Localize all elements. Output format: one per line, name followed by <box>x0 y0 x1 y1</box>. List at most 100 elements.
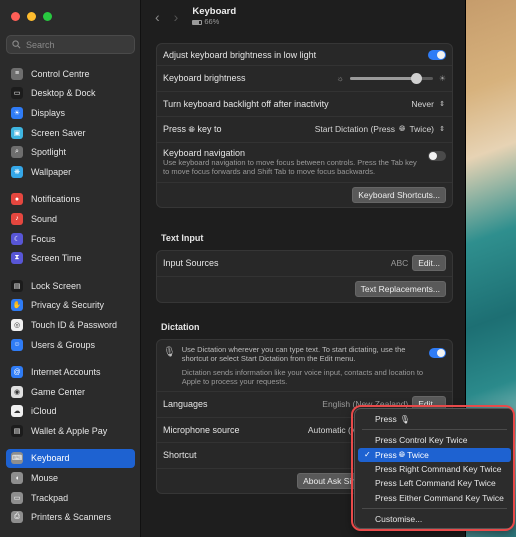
sidebar-item-keyboard[interactable]: ⌨ Keyboard <box>6 448 135 469</box>
sidebar-item-mouse[interactable]: ◖ Mouse <box>6 468 135 488</box>
globe-key-select[interactable]: Start Dictation (Press 🌐︎ Twice) ⇕ <box>315 124 446 134</box>
sidebar-item-desktop-dock[interactable]: ▭ Desktop & Dock <box>6 84 135 104</box>
search-input[interactable]: Search <box>6 35 135 54</box>
sidebar-item-screen-time[interactable]: ⧗ Screen Time <box>6 248 135 268</box>
battery-icon <box>192 19 203 25</box>
keyboard-navigation-toggle[interactable] <box>428 150 446 161</box>
sidebar-item-lock-screen[interactable]: ▤ Lock Screen <box>6 276 135 296</box>
icloud-icon: ☁ <box>11 405 23 418</box>
sidebar-item-label: Displays <box>31 107 66 118</box>
sidebar-item-control-centre[interactable]: ≡ Control Centre <box>6 64 135 84</box>
close-window-button[interactable] <box>11 12 20 21</box>
forward-chevron-icon[interactable]: › <box>174 9 179 25</box>
sidebar: Search ≡ Control Centre ▭ Desktop & Dock ☀ Di… <box>0 0 141 537</box>
sidebar-item-screen-saver[interactable]: ▣ Screen Saver <box>6 123 135 143</box>
notifications-icon: ● <box>11 193 23 206</box>
globe-key-label: Press 🌐︎ key to <box>163 124 221 135</box>
text-input-group: Input Sources ABC Edit... Text Replaceme… <box>156 250 453 303</box>
backlight-off-row: Turn keyboard backlight off after inacti… <box>157 92 452 117</box>
sidebar-item-label: Keyboard <box>31 453 70 464</box>
globe-key-label-pre: Press <box>163 123 187 134</box>
input-sources-edit-button[interactable]: Edit... <box>412 255 446 272</box>
sidebar-item-users-groups[interactable]: ☺ Users & Groups <box>6 335 135 355</box>
sidebar-item-label: Control Centre <box>31 68 90 79</box>
privacy-icon: ✋ <box>11 299 23 312</box>
sidebar-item-label: Privacy & Security <box>31 300 105 311</box>
sidebar-item-focus[interactable]: ☾ Focus <box>6 229 135 249</box>
sidebar-item-notifications[interactable]: ● Notifications <box>6 190 135 210</box>
keyboard-brightness-row: Keyboard brightness ☼ ☀ <box>157 66 452 92</box>
sidebar-item-touch-id-password[interactable]: ◎ Touch ID & Password <box>6 315 135 335</box>
adjust-brightness-toggle[interactable] <box>428 49 446 60</box>
languages-label: Languages <box>163 399 208 410</box>
sidebar-item-internet-accounts[interactable]: @ Internet Accounts <box>6 362 135 382</box>
minimize-window-button[interactable] <box>27 12 36 21</box>
sidebar-item-game-center[interactable]: ◉ Game Center <box>6 382 135 402</box>
dictation-toggle-row: 🎙︎ Use Dictation wherever you can type t… <box>157 340 452 392</box>
adjust-brightness-row: Adjust keyboard brightness in low light <box>157 44 452 66</box>
back-chevron-icon[interactable]: ‹ <box>155 9 160 25</box>
globe-icon: 🌐︎ <box>399 124 406 134</box>
screen-time-icon: ⧗ <box>11 252 23 265</box>
adjust-brightness-label: Adjust keyboard brightness in low light <box>163 49 317 60</box>
dictation-privacy-note: Dictation sends information like your vo… <box>181 368 424 386</box>
highlight-outline <box>351 405 515 531</box>
keyboard-shortcuts-button[interactable]: Keyboard Shortcuts... <box>352 186 446 203</box>
globe-key-value-post: Twice) <box>409 124 434 135</box>
zoom-window-button[interactable] <box>43 12 52 21</box>
page-title: Keyboard <box>192 6 237 17</box>
sidebar-item-printers-scanners[interactable]: ⎙ Printers & Scanners <box>6 507 135 527</box>
sidebar-item-spotlight[interactable]: ⌕ Spotlight <box>6 142 135 162</box>
sound-icon: ♪ <box>11 212 23 225</box>
sidebar-item-displays[interactable]: ☀ Displays <box>6 103 135 123</box>
sidebar-item-label: Sound <box>31 213 58 224</box>
sidebar-item-privacy-security[interactable]: ✋ Privacy & Security <box>6 296 135 316</box>
sidebar-item-label: Users & Groups <box>31 339 96 350</box>
microphone-source-label: Microphone source <box>163 424 240 435</box>
sidebar-item-trackpad[interactable]: ▭ Trackpad <box>6 488 135 508</box>
sidebar-item-wallet-apple-pay[interactable]: ▤ Wallet & Apple Pay <box>6 421 135 441</box>
trackpad-icon: ▭ <box>11 491 23 504</box>
sidebar-item-wallpaper[interactable]: ❋ Wallpaper <box>6 162 135 182</box>
displays-icon: ☀ <box>11 106 23 119</box>
sidebar-list: ≡ Control Centre ▭ Desktop & Dock ☀ Displays ▣… <box>6 64 135 527</box>
sidebar-item-label: Screen Saver <box>31 127 86 138</box>
search-placeholder: Search <box>26 39 55 50</box>
sidebar-item-label: Lock Screen <box>31 280 82 291</box>
sidebar-item-icloud[interactable]: ☁ iCloud <box>6 402 135 422</box>
sidebar-item-label: Screen Time <box>31 253 82 264</box>
updown-chevron-icon: ⇕ <box>439 100 445 108</box>
battery-percent: 66% <box>204 17 220 26</box>
sidebar-item-label: Game Center <box>31 386 86 397</box>
globe-icon: 🌐︎ <box>188 124 195 134</box>
globe-key-label-post: key to <box>197 123 222 134</box>
sidebar-item-label: Notifications <box>31 194 81 205</box>
wallpaper-icon: ❋ <box>11 165 23 178</box>
sidebar-item-label: Spotlight <box>31 147 67 158</box>
shortcut-label: Shortcut <box>163 450 197 461</box>
text-replacements-button[interactable]: Text Replacements... <box>354 281 446 298</box>
backlight-off-select[interactable]: Never ⇕ <box>411 99 446 109</box>
mouse-icon: ◖ <box>11 472 23 485</box>
sidebar-item-label: Wallpaper <box>31 166 72 177</box>
sidebar-item-label: Internet Accounts <box>31 367 101 378</box>
focus-icon: ☾ <box>11 232 23 245</box>
brightness-high-icon: ☀ <box>438 73 446 83</box>
wallet-icon: ▤ <box>11 424 23 437</box>
keyboard-navigation-label: Keyboard navigation <box>163 147 246 158</box>
dictation-toggle[interactable] <box>428 348 446 358</box>
text-input-section-title: Text Input <box>161 233 204 243</box>
screen-saver-icon: ▣ <box>11 126 23 139</box>
backlight-off-label: Turn keyboard backlight off after inacti… <box>163 98 329 109</box>
keyboard-brightness-slider[interactable] <box>349 72 433 84</box>
sidebar-item-label: iCloud <box>31 406 57 417</box>
titlebar: ‹ › Keyboard 66% <box>141 0 465 34</box>
input-sources-label: Input Sources <box>163 258 219 269</box>
slider-knob[interactable] <box>411 72 423 84</box>
dictation-section-title: Dictation <box>161 322 200 332</box>
sidebar-item-sound[interactable]: ♪ Sound <box>6 209 135 229</box>
touch-id-icon: ◎ <box>11 318 23 331</box>
sidebar-item-label: Mouse <box>31 473 59 484</box>
globe-key-value-pre: Start Dictation (Press <box>314 124 396 135</box>
sidebar-item-label: Printers & Scanners <box>31 512 112 523</box>
